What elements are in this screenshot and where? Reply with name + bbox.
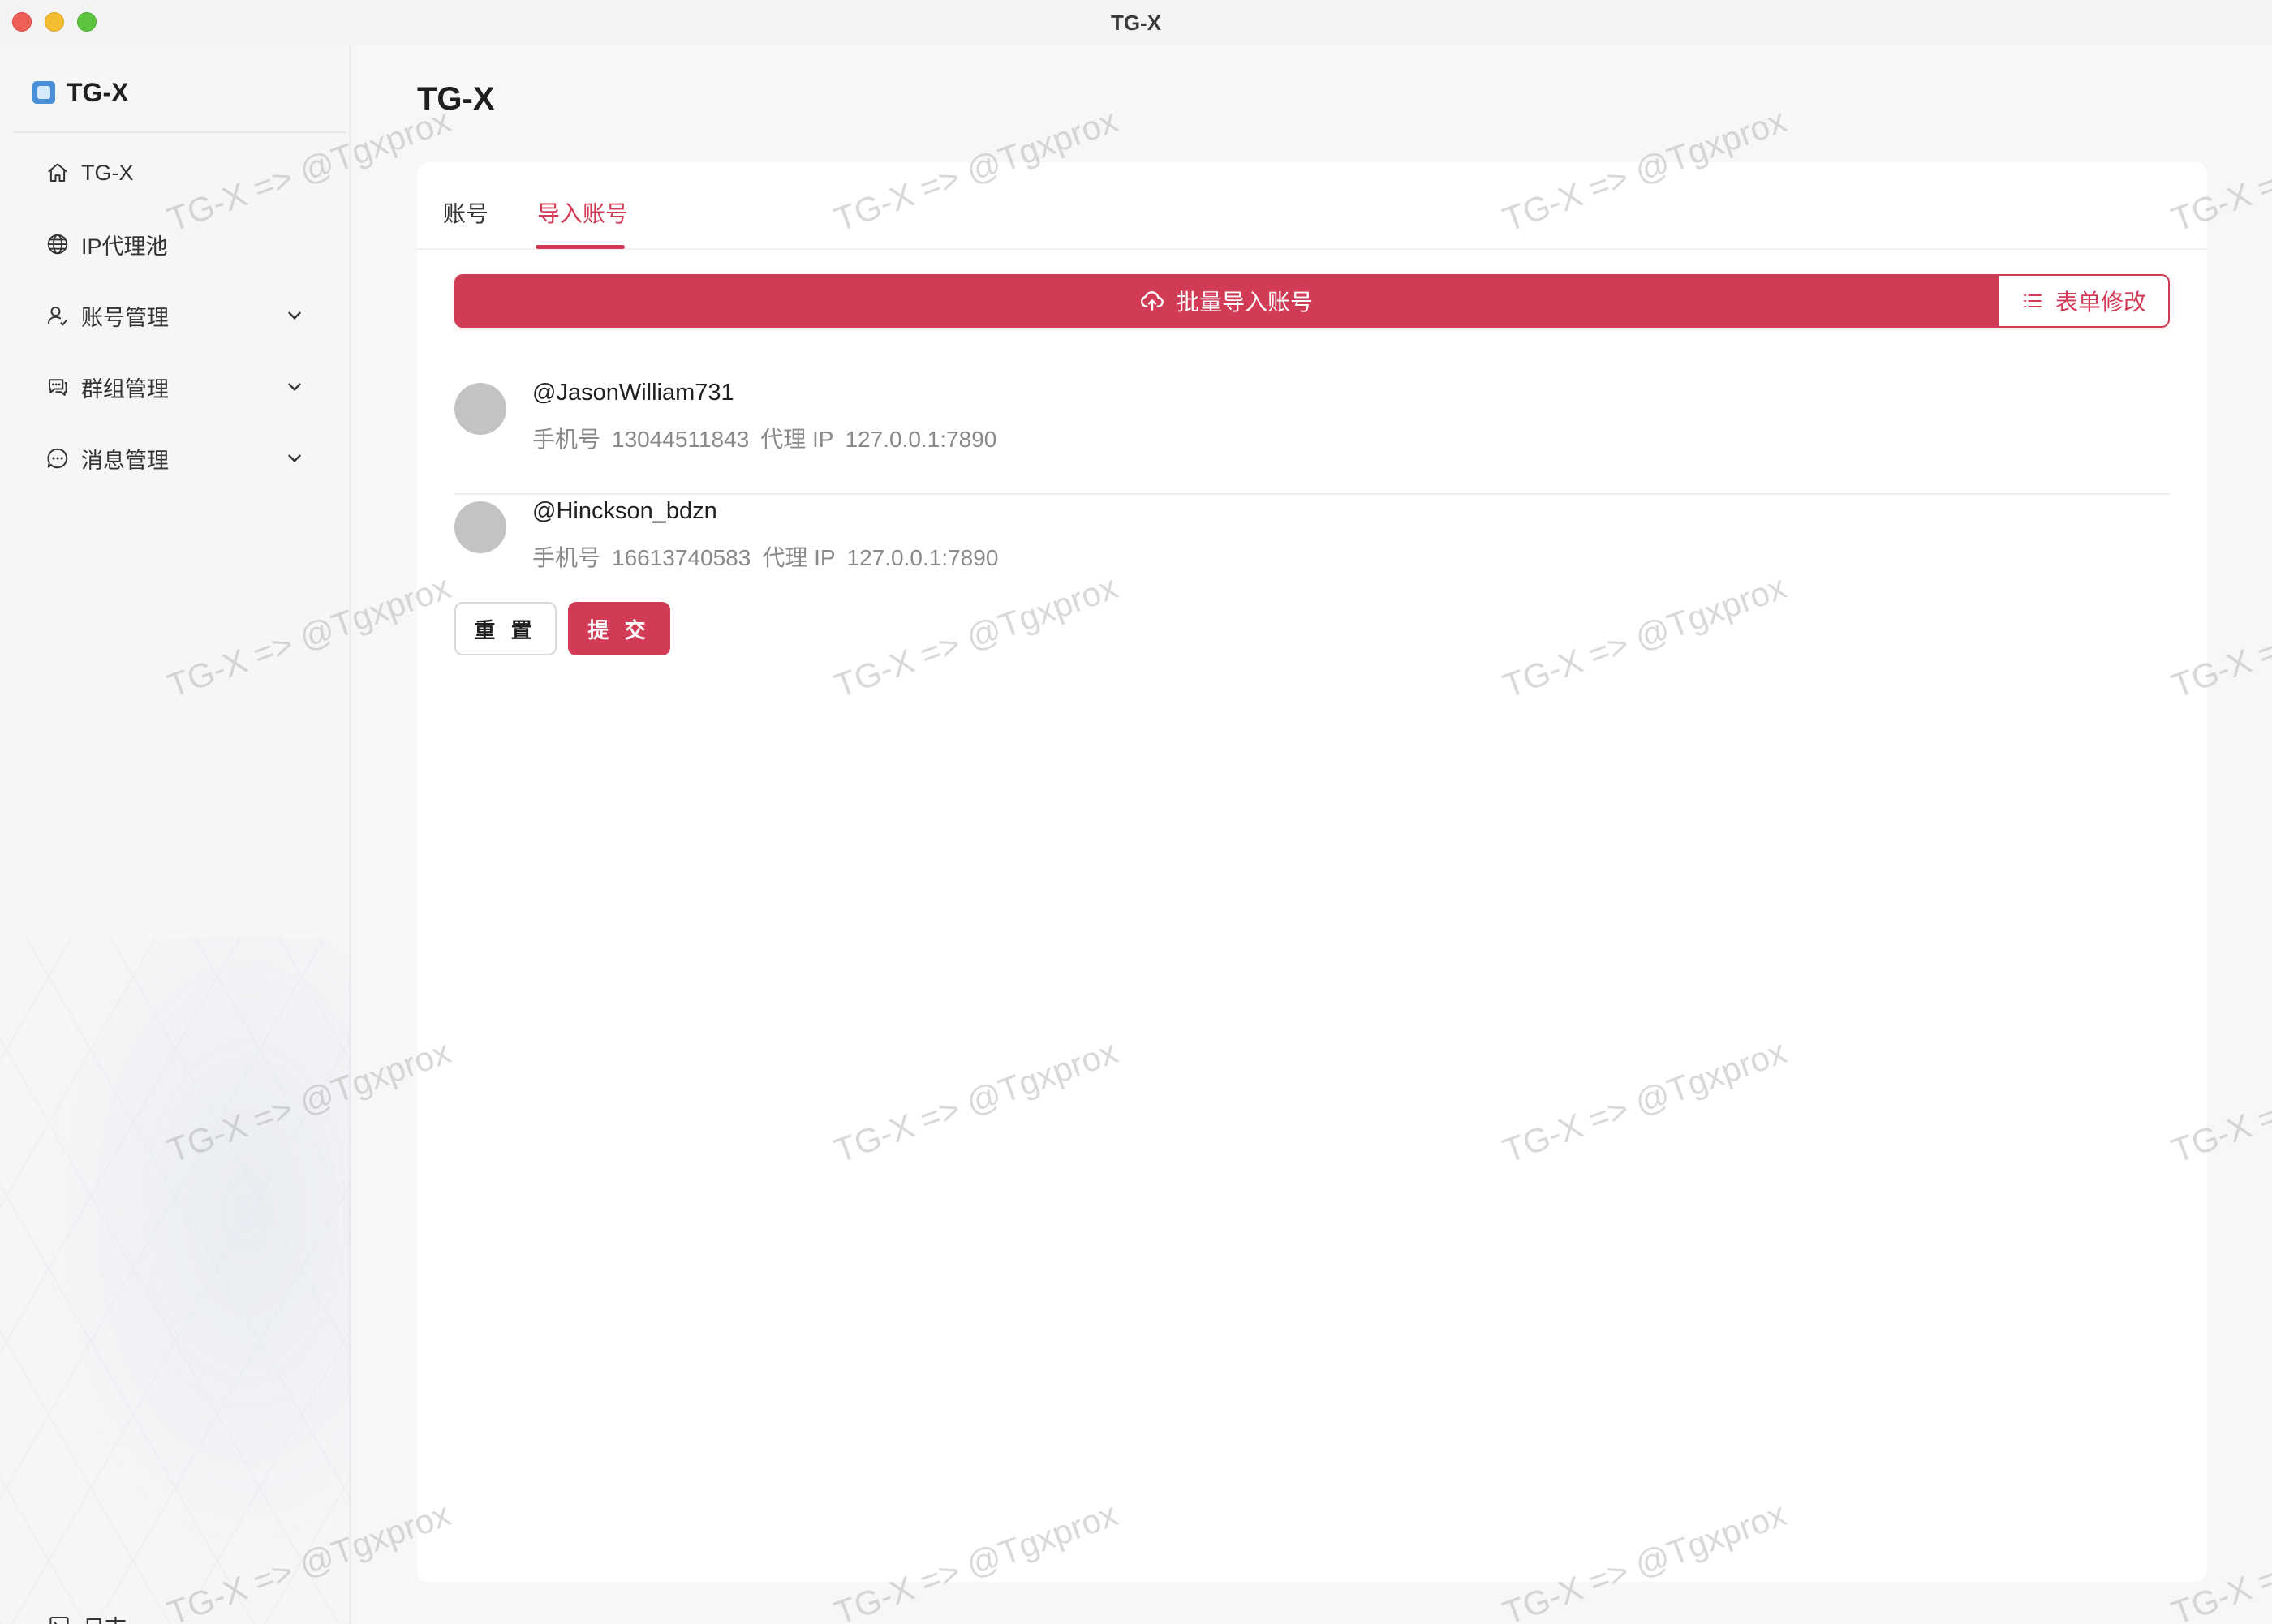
brand: TG-X (32, 75, 128, 110)
batch-import-button[interactable]: 批量导入账号 (454, 274, 1998, 328)
account-username: @JasonWilliam731 (532, 380, 734, 406)
sidebar-item-label: 群组管理 (81, 376, 169, 402)
phone-label: 手机号 (532, 427, 601, 452)
proxy-value: 127.0.0.1:7890 (846, 545, 999, 570)
avatar (454, 383, 506, 435)
sidebar-item-ip-proxy-pool[interactable]: IP代理池 (13, 216, 321, 273)
title-bar: TG-X (0, 0, 2272, 45)
sidebar-item-log[interactable]: 日志 (45, 1608, 127, 1624)
chevron-down-icon (288, 454, 301, 462)
sidebar: TG-X TG-X IP代理池 账号管理 群组管理 消息管理 (0, 45, 351, 1624)
app-window: TG-X TG-X TG-X IP代理池 账号管理 群组管理 消息管理 TG-X… (0, 0, 2272, 1624)
avatar (454, 501, 506, 553)
proxy-label: 代理 IP (760, 427, 834, 452)
account-username: @Hinckson_bdzn (532, 498, 717, 524)
list-item: @Hinckson_bdzn 手机号 16613740583 代理 IP 127.0.… (454, 496, 2170, 613)
account-meta: 手机号 16613740583 代理 IP 127.0.0.1:7890 (532, 540, 1009, 573)
page-title: TG-X (417, 81, 495, 117)
sidebar-item-label: 消息管理 (81, 448, 169, 473)
user-icon (44, 302, 71, 329)
globe-icon (44, 230, 71, 258)
main-content: TG-X 账号 导入账号 批量导入账号 表单修改 @JasonWilliam73… (352, 45, 2272, 1624)
list-icon (2024, 294, 2042, 308)
proxy-label: 代理 IP (762, 545, 836, 570)
batch-import-label: 批量导入账号 (1176, 290, 1313, 315)
tab-import-account[interactable]: 导入账号 (537, 196, 628, 229)
sidebar-item-message-management[interactable]: 消息管理 (13, 430, 321, 487)
sidebar-item-label: 账号管理 (81, 305, 169, 330)
import-action-group: 批量导入账号 表单修改 (454, 274, 2170, 328)
divider (13, 131, 346, 133)
proxy-value: 127.0.0.1:7890 (845, 427, 997, 452)
phone-value: 16613740583 (612, 545, 751, 570)
content-card: 账号 导入账号 批量导入账号 表单修改 @JasonWilliam731 手机号… (417, 162, 2207, 1582)
app-logo-icon (32, 81, 55, 104)
sidebar-item-label: 日志 (83, 1610, 127, 1624)
sidebar-item-label: IP代理池 (81, 234, 168, 259)
brand-name: TG-X (67, 77, 129, 107)
group-chat-icon (44, 373, 71, 401)
form-edit-button[interactable]: 表单修改 (1998, 274, 2170, 328)
tab-bar: 账号 导入账号 (417, 162, 2207, 250)
home-icon (44, 159, 71, 187)
form-edit-label: 表单修改 (2055, 290, 2146, 315)
chevron-down-icon (288, 383, 301, 391)
sidebar-item-home[interactable]: TG-X (13, 144, 321, 201)
phone-value: 13044511843 (612, 427, 750, 452)
reset-button[interactable]: 重 置 (454, 602, 557, 655)
window-title: TG-X (1110, 11, 1162, 35)
message-icon (44, 445, 71, 472)
sidebar-item-group-management[interactable]: 群组管理 (13, 359, 321, 415)
sidebar-background-pattern (0, 938, 351, 1624)
sidebar-item-label: TG-X (81, 160, 134, 185)
chevron-down-icon (288, 311, 301, 320)
cloud-upload-icon (1140, 291, 1164, 311)
account-meta: 手机号 13044511843 代理 IP 127.0.0.1:7890 (532, 422, 1008, 454)
phone-label: 手机号 (532, 545, 601, 570)
list-item: @JasonWilliam731 手机号 13044511843 代理 IP 127.… (454, 378, 2170, 495)
active-tab-indicator (536, 245, 625, 249)
submit-button[interactable]: 提 交 (568, 602, 670, 655)
terminal-icon (45, 1612, 73, 1624)
tab-account[interactable]: 账号 (443, 196, 488, 229)
sidebar-item-account-management[interactable]: 账号管理 (13, 287, 321, 344)
